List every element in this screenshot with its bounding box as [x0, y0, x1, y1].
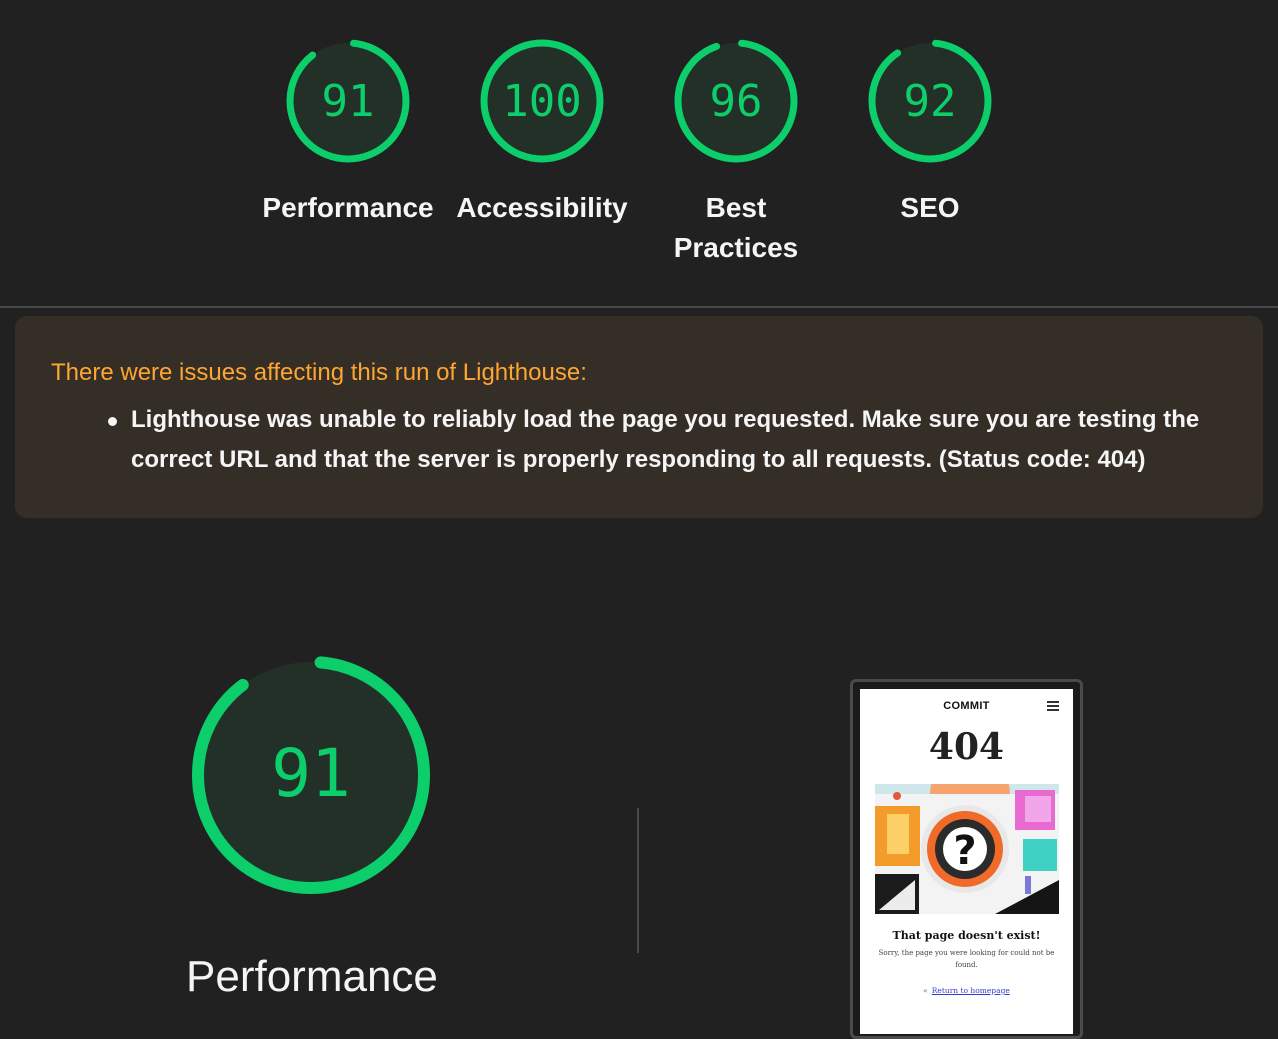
site-header: COMMIT [860, 689, 1073, 723]
gauge-label: Performance [262, 192, 434, 223]
performance-main-gauge[interactable]: 91 Performance [186, 650, 438, 1002]
runtime-warning-box: There were issues affecting this run of … [15, 316, 1263, 518]
not-found-title: That page doesn't exist! [892, 929, 1041, 942]
main-score-value: 91 [271, 735, 350, 812]
final-screenshot-frame[interactable]: COMMIT 404 ? That page doesn't exist! So… [850, 679, 1083, 1039]
gauge-ring: 96 [674, 39, 798, 163]
gauge-label: SEO [900, 192, 960, 223]
gauge-best-practices[interactable]: 96 Best Practices [639, 36, 833, 268]
return-link-text: Return to homepage [931, 986, 1010, 995]
gauge-label: Accessibility [456, 192, 628, 223]
score-value: 92 [904, 76, 957, 127]
gauge-label-line2: Practices [673, 232, 799, 263]
illustration: ? [875, 784, 1059, 914]
main-gauge-label: Performance [186, 952, 438, 1001]
gauge-accessibility[interactable]: 100 Accessibility [445, 36, 639, 228]
score-value: 96 [710, 76, 763, 127]
score-value: 100 [502, 76, 581, 127]
warning-list: Lighthouse was unable to reliably load t… [51, 400, 1227, 480]
desc-line2: found. [955, 961, 978, 969]
vertical-divider [637, 808, 639, 953]
gauge-ring: 91 [286, 39, 410, 163]
return-to-homepage-link[interactable]: «Return to homepage [860, 986, 1073, 995]
final-screenshot: COMMIT 404 ? That page doesn't exist! So… [860, 689, 1073, 1034]
gauge-label: Best Practices [639, 188, 833, 268]
gauge-performance[interactable]: 91 Performance [251, 36, 445, 228]
not-found-description: Sorry, the page you were looking for cou… [872, 947, 1061, 971]
bullet-icon [108, 417, 117, 426]
section-divider [0, 306, 1278, 308]
score-value: 91 [322, 76, 375, 127]
warning-title: There were issues affecting this run of … [51, 359, 587, 386]
main-gauge-ring: 91 [192, 656, 430, 894]
hamburger-menu-icon[interactable] [1047, 701, 1059, 711]
gauge-label-line1: Best [705, 192, 767, 223]
site-logo: COMMIT [943, 700, 990, 712]
warning-item: Lighthouse was unable to reliably load t… [108, 400, 1227, 480]
warning-item-line1: Lighthouse was unable to reliably load t… [131, 406, 1200, 433]
gauge-ring: 100 [480, 39, 604, 163]
error-heading: 404 [928, 726, 1005, 768]
category-gauges: 91 Performance 100 Accessibility 96 Best… [0, 0, 1278, 306]
gauge-ring: 92 [868, 39, 992, 163]
gauge-seo[interactable]: 92 SEO [833, 36, 1027, 228]
svg-text:?: ? [953, 828, 976, 874]
warning-item-line2: correct URL and that the server is prope… [131, 446, 1146, 473]
double-chevron-left-icon: « [923, 986, 928, 995]
desc-line1: Sorry, the page you were looking for cou… [878, 949, 1055, 957]
